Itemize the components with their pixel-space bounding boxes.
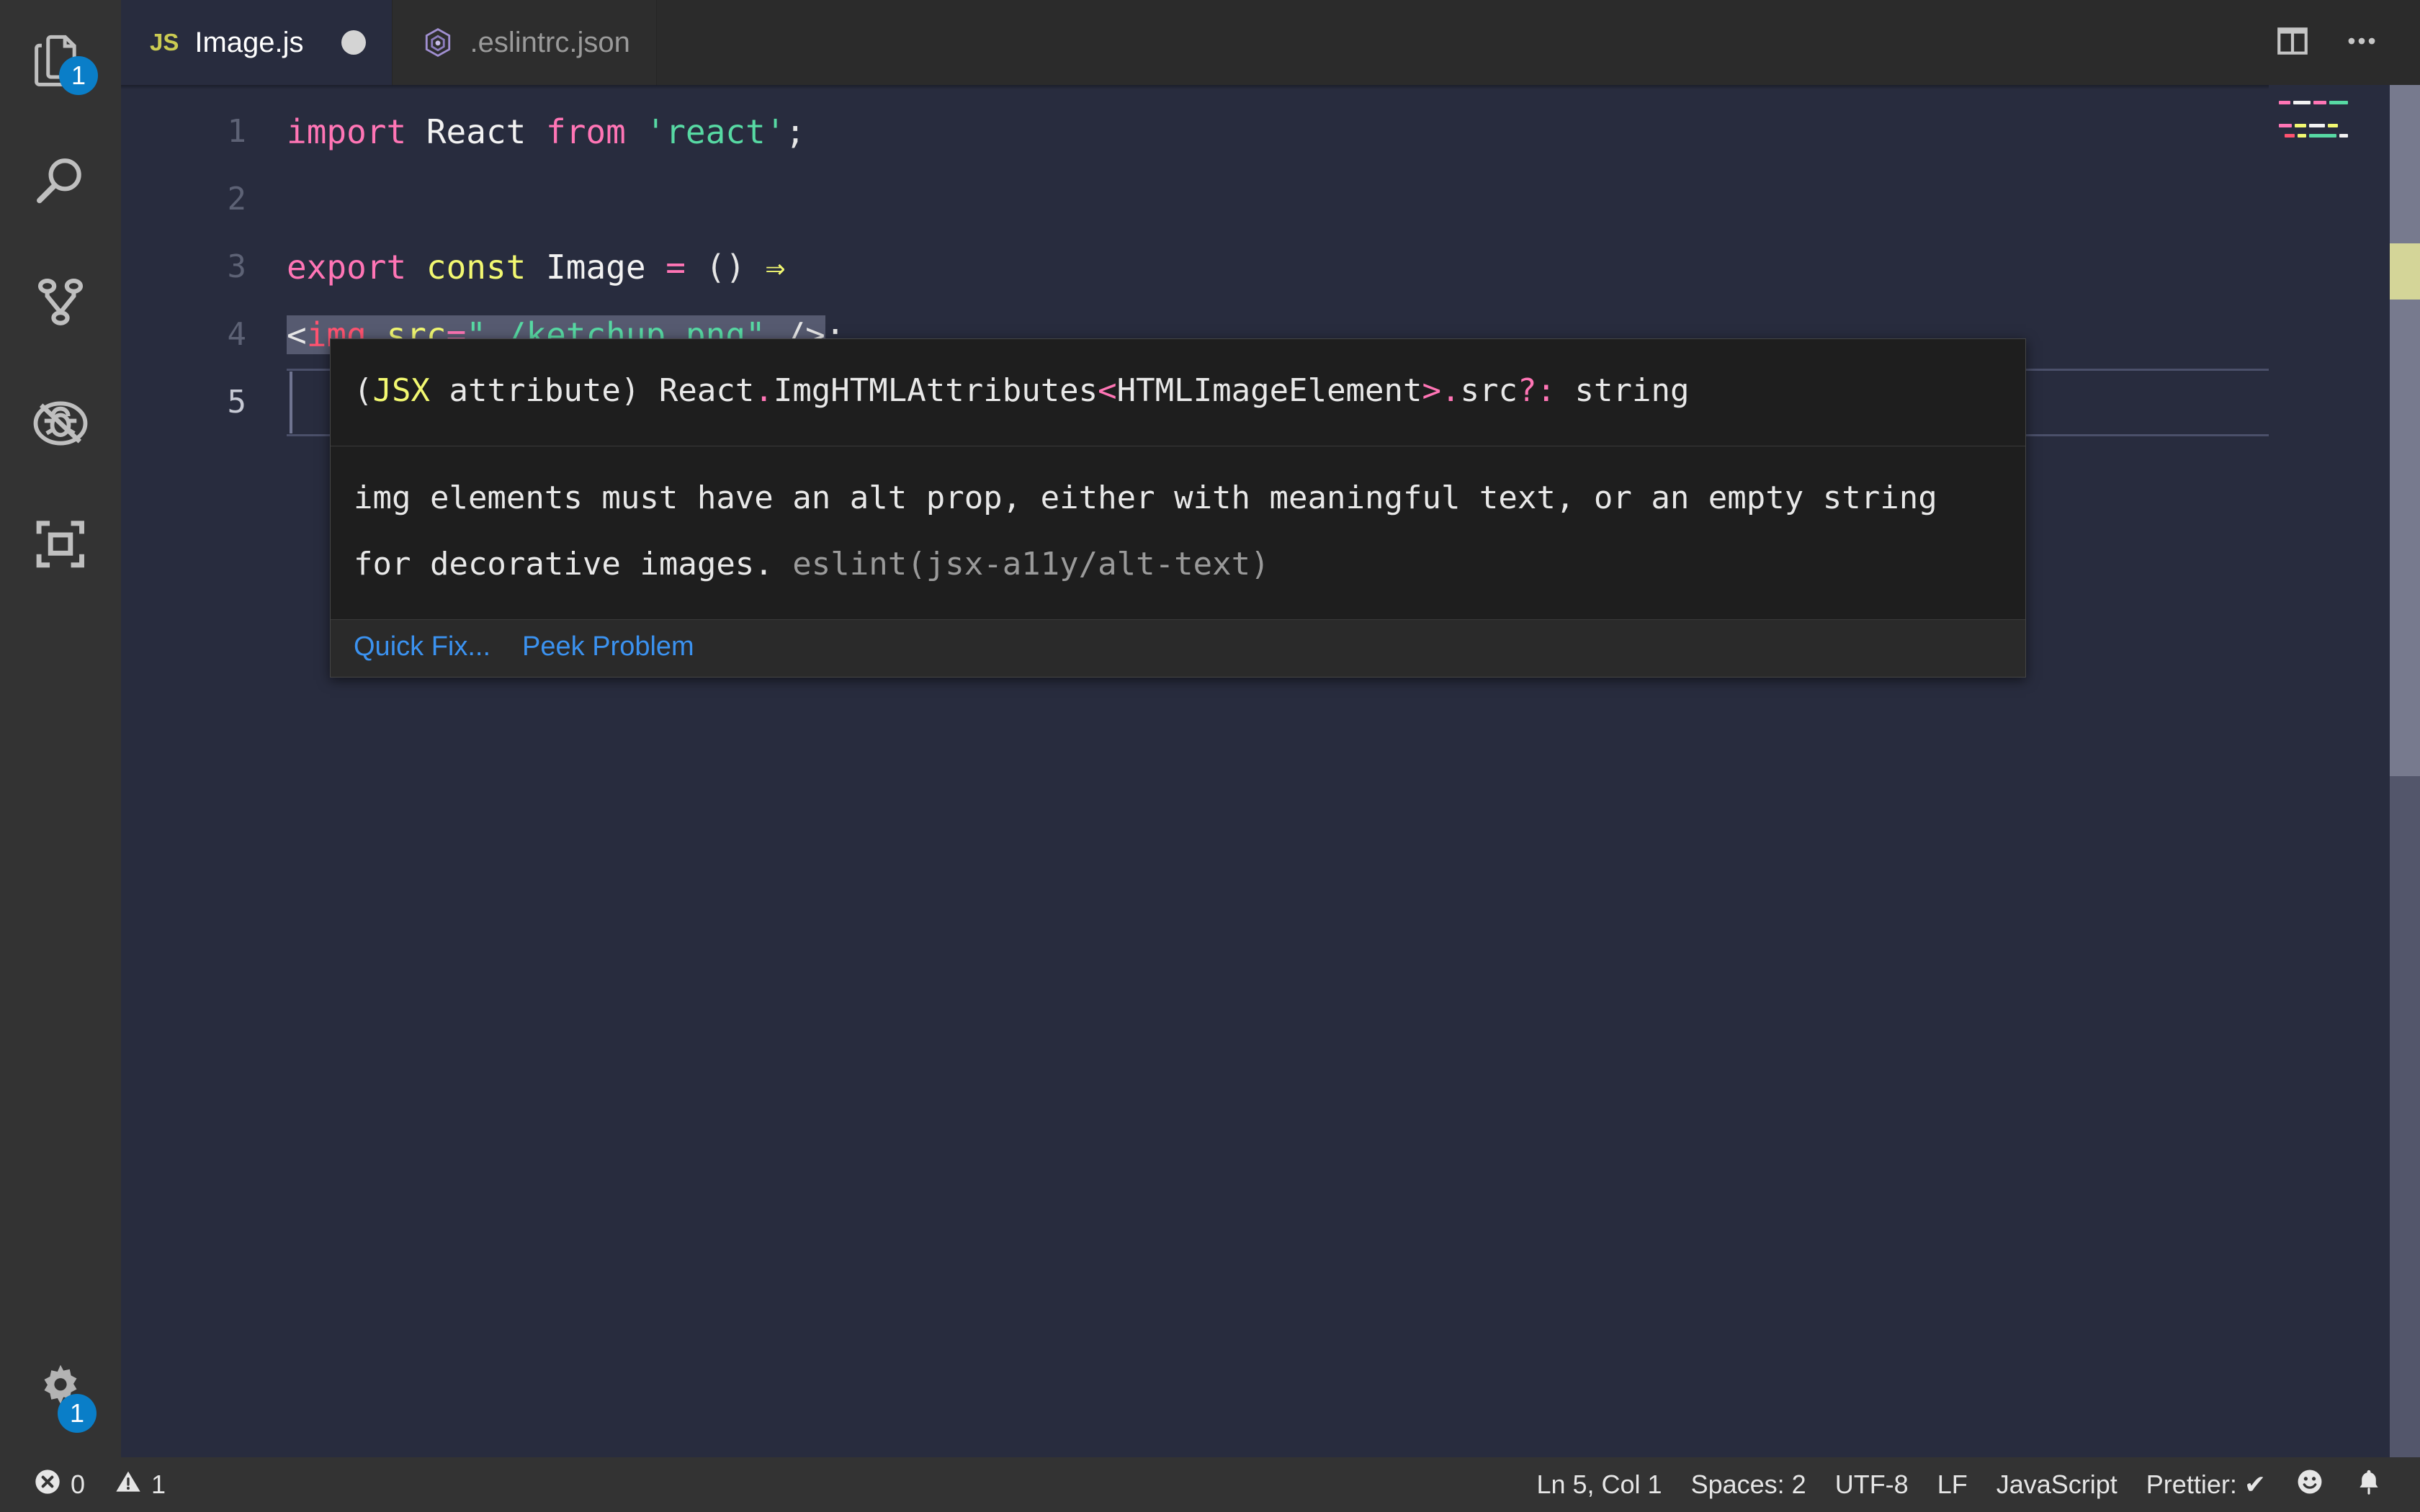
code-line-1: 1 import React from 'react';: [121, 98, 2420, 166]
hover-signature: (JSX attribute) React.ImgHTMLAttributes<…: [354, 358, 2002, 424]
line-content: export const Image = () ⇒: [287, 248, 786, 287]
split-editor-button[interactable]: [2262, 12, 2323, 73]
hover-message-section: img elements must have an alt prop, eith…: [331, 446, 2025, 619]
overview-ruler-scrollbar[interactable]: [2390, 85, 2420, 1457]
status-bar-left: 0 1: [0, 1457, 180, 1512]
status-indentation[interactable]: Spaces: 2: [1677, 1457, 1821, 1512]
sig-angle-close: >: [1422, 372, 1442, 409]
js-file-icon: JS: [150, 29, 179, 56]
vscode-window: 1 1 JS Image.js .eslintrc.json 1 import …: [0, 0, 2420, 1512]
js-file-icon-label: JS: [150, 29, 179, 55]
search-icon: [27, 148, 94, 215]
sig-angle-open: <: [1098, 372, 1117, 409]
problems-status[interactable]: 0 1: [19, 1457, 180, 1512]
hover-tooltip[interactable]: (JSX attribute) React.ImgHTMLAttributes<…: [330, 338, 2026, 678]
line-number: 3: [227, 248, 247, 285]
scrollbar-slider[interactable]: [2390, 85, 2420, 776]
sig-paren-open: (: [354, 372, 373, 409]
status-language-mode[interactable]: JavaScript: [1982, 1457, 2132, 1512]
sig-attribute-word: attribute: [429, 372, 621, 409]
editor-group: JS Image.js .eslintrc.json 1 import Reac…: [121, 0, 2420, 1457]
sig-optional-marker: ?:: [1518, 372, 1556, 409]
sig-dot-2: .: [1441, 372, 1461, 409]
error-circle-icon: [33, 1467, 62, 1503]
line-number: 5: [227, 384, 247, 420]
sig-type-name: ImgHTMLAttributes: [773, 372, 1098, 409]
split-editor-icon: [2275, 23, 2311, 63]
line-number: 4: [227, 316, 247, 353]
eslint-file-icon: [421, 26, 454, 59]
tab-label: .eslintrc.json: [470, 26, 630, 58]
feedback-smiley-icon: [2295, 1467, 2325, 1503]
hover-signature-section: (JSX attribute) React.ImgHTMLAttributes<…: [331, 339, 2025, 446]
code-line-3: 3 export const Image = () ⇒: [121, 233, 2420, 301]
peek-problem-link[interactable]: Peek Problem: [522, 631, 694, 662]
editor-actions: [2262, 0, 2420, 85]
sig-paren-close: ): [620, 372, 659, 409]
run-debug-icon: [27, 390, 94, 456]
sig-dot-1: .: [754, 372, 774, 409]
minimap[interactable]: [2269, 85, 2390, 1457]
sidebar-item-extensions[interactable]: [0, 484, 121, 605]
sidebar-item-manage[interactable]: 1: [0, 1336, 121, 1457]
sig-generic-part1: HTMLImageEleme: [1116, 372, 1384, 409]
explorer-badge: 1: [59, 56, 98, 95]
status-eol[interactable]: LF: [1923, 1457, 1982, 1512]
tab-image-js[interactable]: JS Image.js: [121, 0, 393, 85]
notifications-bell-icon: [2354, 1467, 2384, 1503]
line-content: import React from 'react';: [287, 112, 806, 151]
status-bar-right: Ln 5, Col 1 Spaces: 2 UTF-8 LF JavaScrip…: [1522, 1457, 2420, 1512]
sidebar-item-run-and-debug[interactable]: [0, 363, 121, 484]
sig-value-type: string: [1556, 372, 1690, 409]
status-prettier[interactable]: Prettier: ✔: [2132, 1457, 2280, 1512]
feedback-button[interactable]: [2280, 1457, 2339, 1512]
hover-message-body: img elements must have an alt prop, eith…: [354, 465, 2002, 598]
manage-badge: 1: [58, 1394, 97, 1433]
sidebar-item-source-control[interactable]: [0, 242, 121, 363]
text-cursor: [290, 372, 292, 433]
activity-bar: 1 1: [0, 0, 121, 1457]
sidebar-item-search[interactable]: [0, 121, 121, 242]
source-control-icon: [27, 269, 94, 336]
status-encoding[interactable]: UTF-8: [1821, 1457, 1923, 1512]
tab-bar-spacer: [656, 0, 2262, 85]
warning-triangle-icon: [114, 1467, 143, 1503]
notifications-button[interactable]: [2339, 1457, 2398, 1512]
more-actions-button[interactable]: [2331, 12, 2393, 73]
editor-tab-bar: JS Image.js .eslintrc.json: [121, 0, 2420, 85]
code-line-2: 2: [121, 166, 2420, 233]
line-number: 2: [227, 181, 247, 217]
sig-jsx-keyword: JSX: [372, 372, 430, 409]
tab-label: Image.js: [194, 26, 304, 58]
error-count-value: 0: [71, 1470, 86, 1499]
code-editor[interactable]: 1 import React from 'react'; 2 3 export …: [121, 85, 2420, 1457]
sig-generic-part2: nt: [1384, 372, 1422, 409]
status-bar: 0 1 Ln 5, Col 1 Spaces: 2 UTF-8 LF JavaS…: [0, 1457, 2420, 1512]
extensions-icon: [27, 511, 94, 577]
tab-dirty-indicator[interactable]: [341, 30, 366, 55]
status-cursor-position[interactable]: Ln 5, Col 1: [1522, 1457, 1676, 1512]
hover-action-bar: Quick Fix... Peek Problem: [331, 619, 2025, 677]
hover-rule-id: eslint(jsx-a11y/alt-text): [792, 546, 1270, 582]
warning-count-value: 1: [151, 1470, 166, 1499]
workbench-body: 1 1 JS Image.js .eslintrc.json 1 import …: [0, 0, 2420, 1457]
sig-prop-name: src: [1460, 372, 1518, 409]
sig-react-ns: React: [658, 372, 755, 409]
code-lines: 1 import React from 'react'; 2 3 export …: [121, 85, 2420, 1457]
sidebar-item-explorer[interactable]: 1: [0, 0, 121, 121]
quick-fix-link[interactable]: Quick Fix...: [354, 631, 490, 662]
more-actions-icon: [2343, 22, 2380, 63]
line-number: 1: [227, 113, 247, 150]
tab-eslintrc-json[interactable]: .eslintrc.json: [392, 0, 657, 85]
